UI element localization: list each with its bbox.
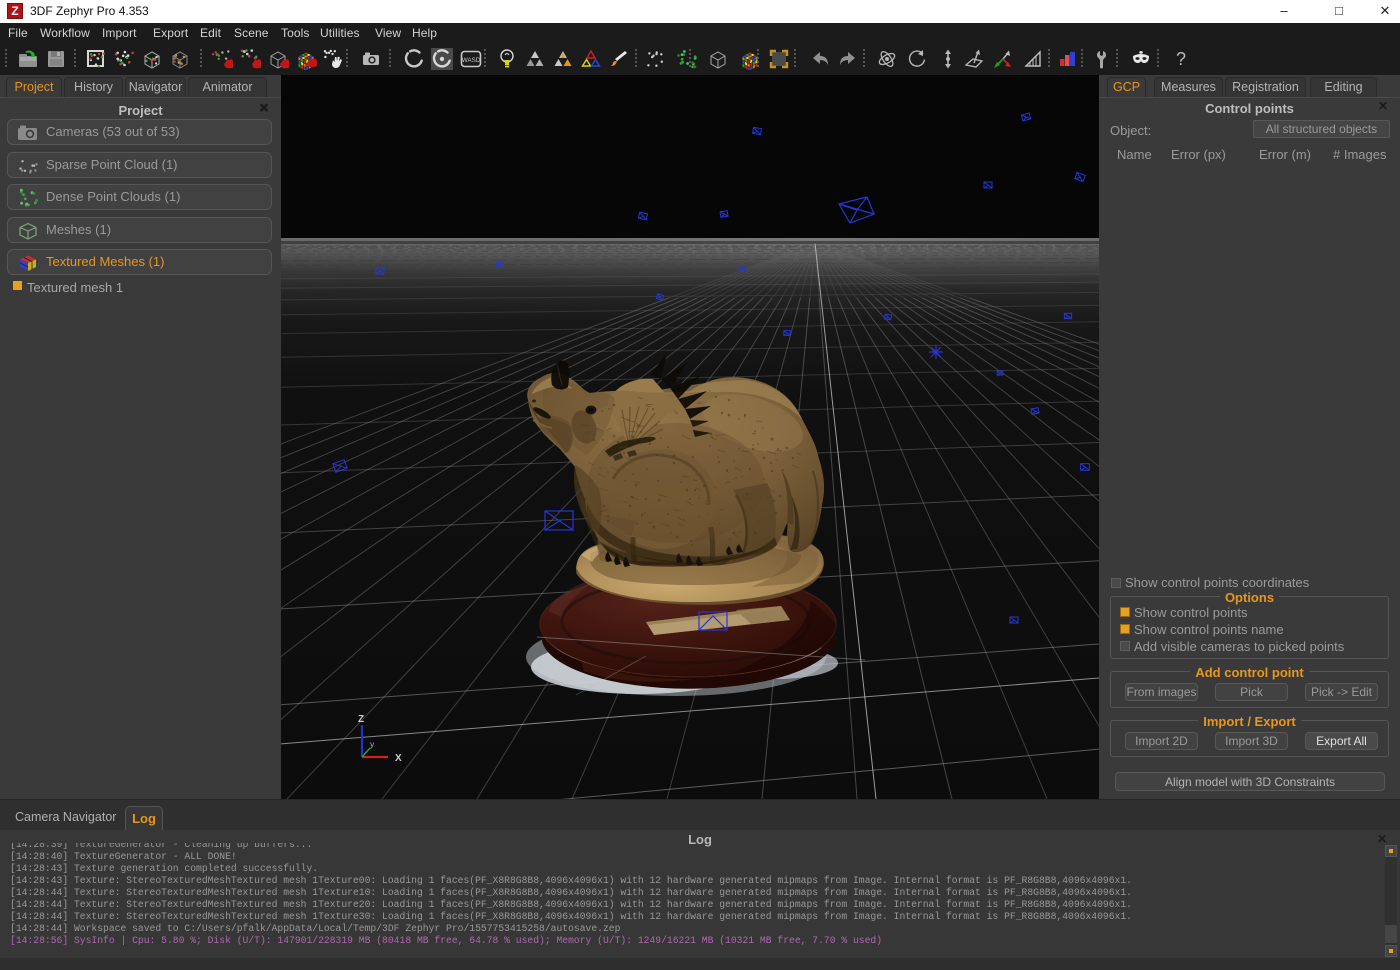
svg-text:Z: Z xyxy=(358,714,364,725)
svg-text:X: X xyxy=(395,753,402,764)
svg-text:WASD: WASD xyxy=(462,57,481,64)
svg-text:?: ? xyxy=(1176,49,1186,69)
